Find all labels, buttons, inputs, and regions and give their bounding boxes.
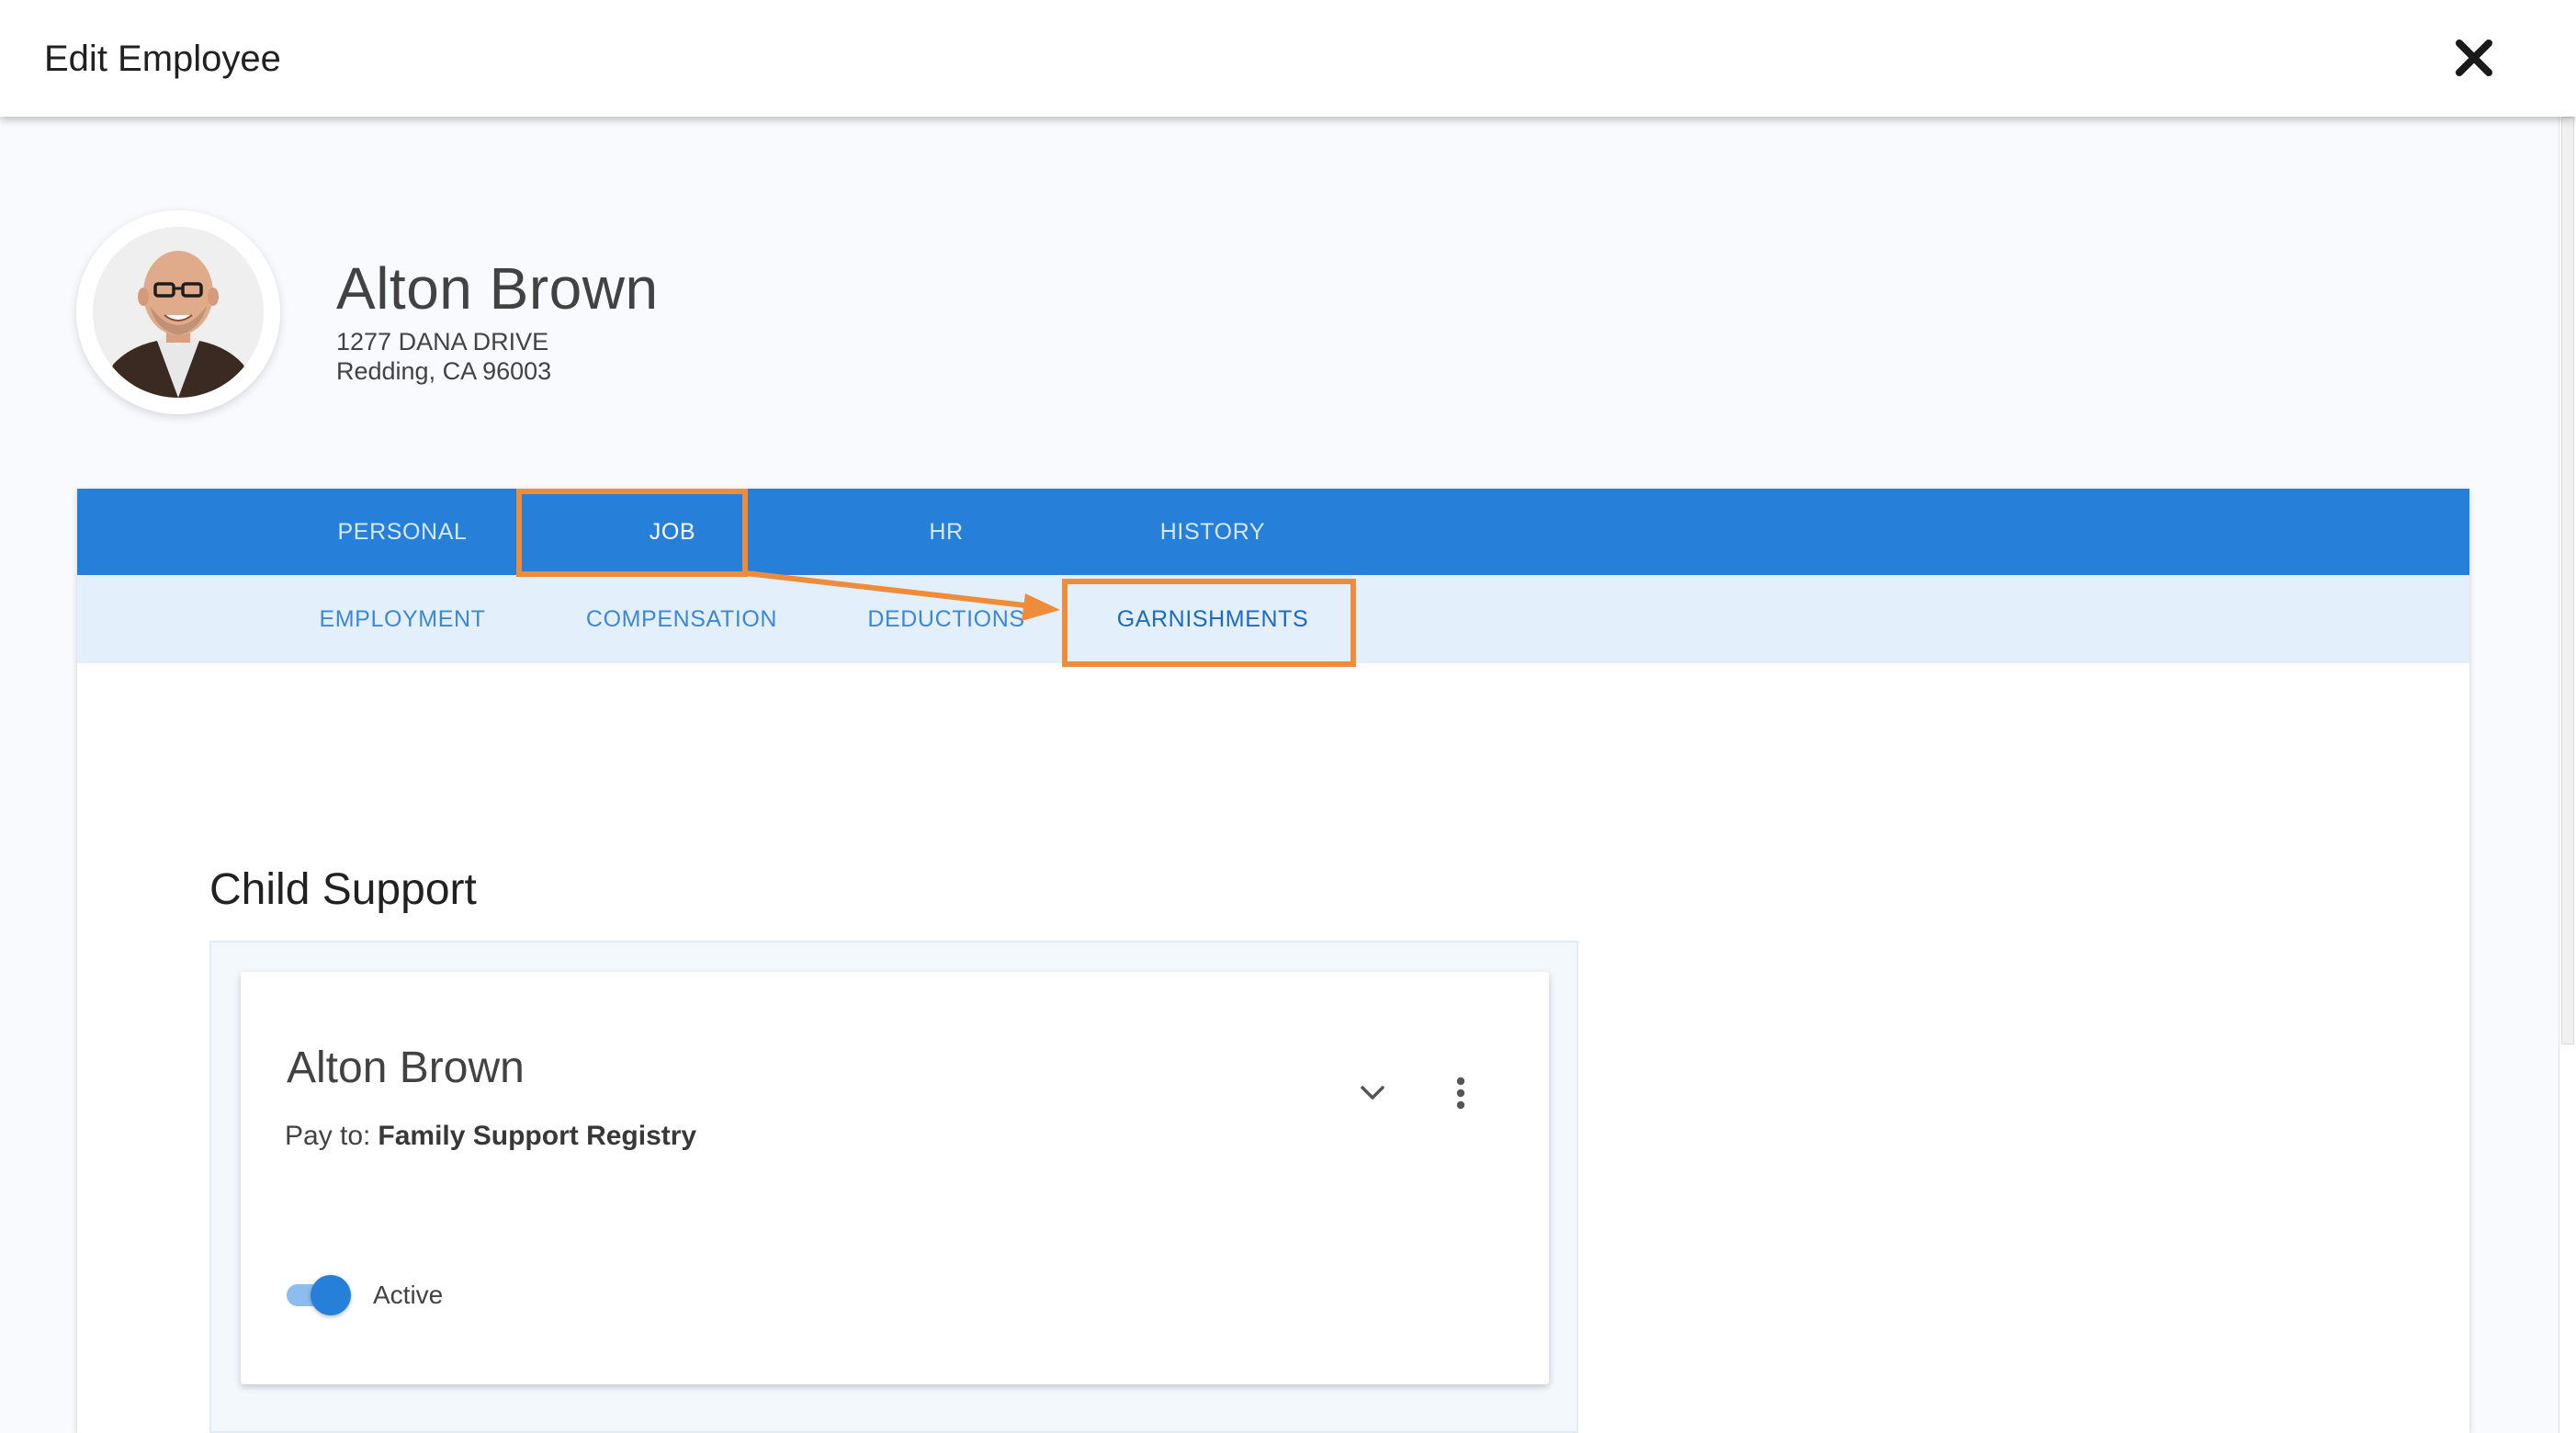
tab-garnishments[interactable]: GARNISHMENTS [1066,575,1360,663]
payto-value: Family Support Registry [378,1121,697,1151]
active-toggle[interactable] [285,1275,351,1315]
avatar-image [93,227,264,398]
page-title: Edit Employee [44,39,281,79]
tab-hr[interactable]: HR [836,489,1056,575]
scrollbar[interactable] [2559,117,2576,1433]
toggle-knob [311,1275,351,1315]
more-options-button[interactable] [1435,1067,1486,1119]
expand-button[interactable] [1349,1069,1396,1117]
primary-tab-bar: PERSONAL JOB HR HISTORY [77,489,2469,575]
section-title: Child Support [209,865,477,914]
employee-name: Alton Brown [336,255,659,322]
avatar [93,227,264,398]
secondary-tab-bar: EMPLOYMENT COMPENSATION DEDUCTIONS GARNI… [77,575,2469,663]
tab-history[interactable]: HISTORY [1075,489,1350,575]
tab-job[interactable]: JOB [560,489,785,575]
close-button[interactable] [2447,31,2501,85]
employee-address-line2: Redding, CA 96003 [336,357,552,385]
chevron-down-icon [1361,1086,1384,1100]
tab-personal[interactable]: PERSONAL [244,489,560,575]
tab-employment[interactable]: EMPLOYMENT [244,575,560,663]
garnishment-card: Alton Brown Pay to: Family Support Regist… [241,972,1549,1384]
garnishment-employee-name: Alton Brown [287,1044,525,1092]
tab-deductions[interactable]: DEDUCTIONS [836,575,1056,663]
app-header: Edit Employee [0,0,2576,117]
avatar-frame [76,210,280,414]
employee-address-line1: 1277 DANA DRIVE [336,328,549,355]
tab-compensation[interactable]: COMPENSATION [524,575,840,663]
garnishment-list: Alton Brown Pay to: Family Support Regist… [209,941,1578,1433]
more-vert-icon [1456,1077,1465,1110]
employee-panel: PERSONAL JOB HR HISTORY EMPLOYMENT COMPE… [77,489,2469,1433]
close-icon [2456,39,2492,76]
active-toggle-label: Active [373,1281,444,1309]
payto-line: Pay to: Family Support Registry [285,1119,696,1154]
payto-label: Pay to: [285,1121,371,1151]
scrollbar-thumb[interactable] [2561,117,2574,1044]
